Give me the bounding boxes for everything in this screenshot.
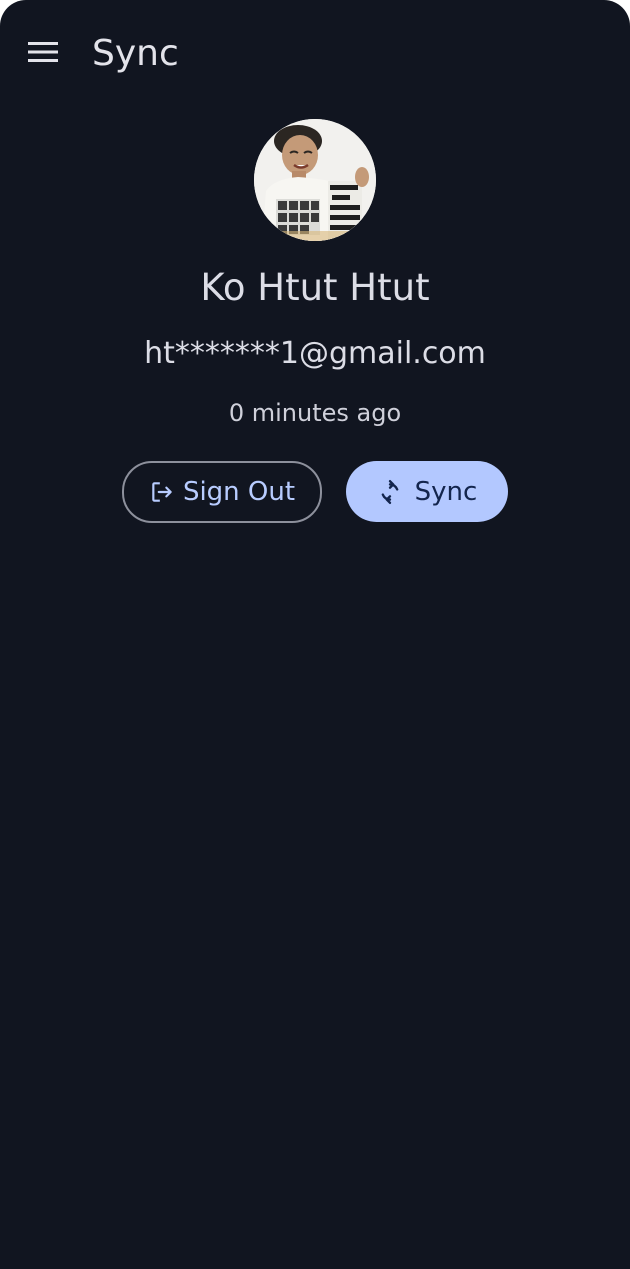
- menu-button[interactable]: [18, 32, 68, 72]
- top-app-bar: Sync: [0, 0, 630, 108]
- sign-out-button[interactable]: Sign Out: [122, 461, 322, 523]
- user-email: ht*******1@gmail.com: [144, 336, 486, 371]
- last-sync-time: 0 minutes ago: [228, 399, 402, 427]
- avatar: [254, 119, 376, 241]
- logout-icon: [149, 479, 175, 505]
- sync-button[interactable]: Sync: [346, 461, 508, 522]
- sync-icon: [377, 479, 403, 505]
- user-name: Ko Htut Htut: [200, 266, 430, 309]
- sync-screen: Sync Ko Htut Htut ht*******1@gmail.com 0…: [0, 0, 630, 1269]
- sign-out-label: Sign Out: [182, 477, 296, 507]
- sync-label: Sync: [414, 476, 478, 507]
- page-title: Sync: [92, 33, 179, 74]
- hamburger-menu-icon: [27, 40, 59, 64]
